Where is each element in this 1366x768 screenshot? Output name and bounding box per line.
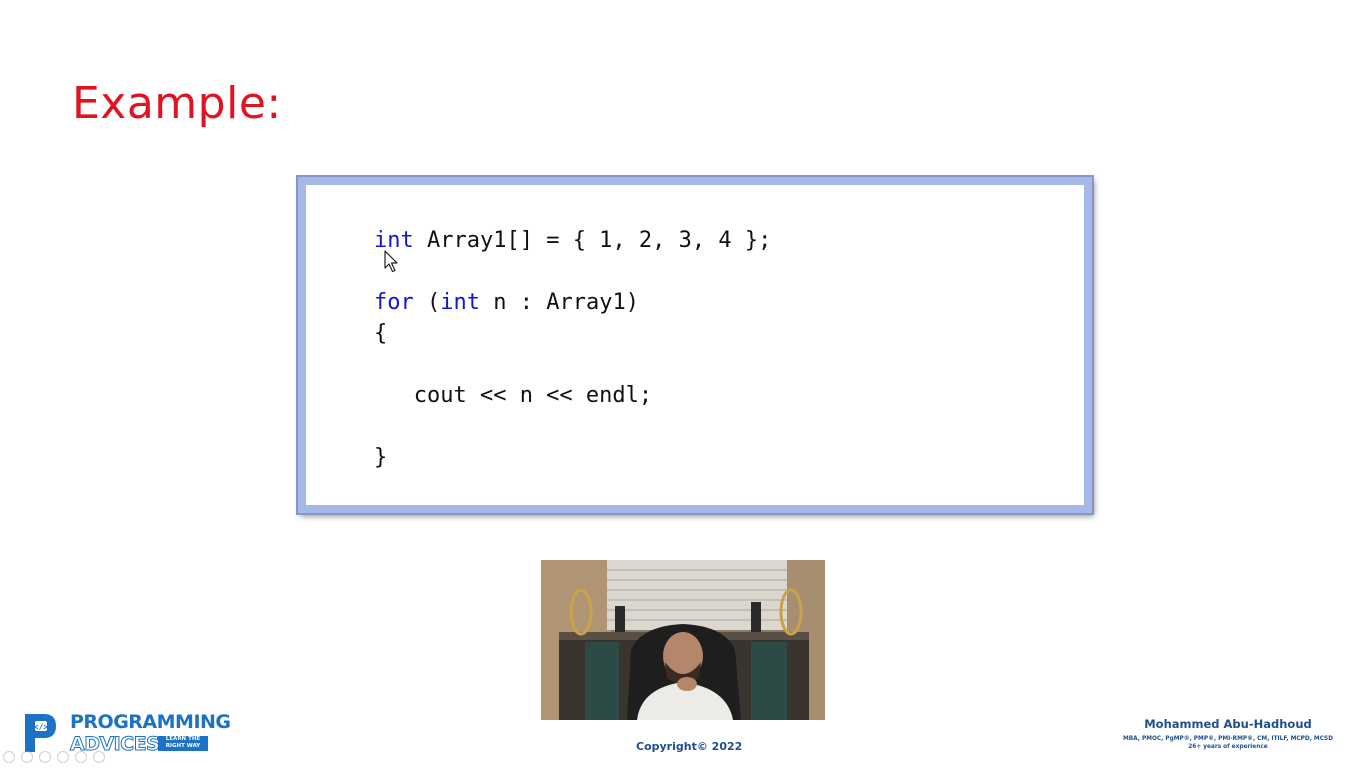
next-slide-icon: [21, 751, 33, 763]
code-keyword: int: [440, 290, 480, 315]
programming-advices-logo: </> PROGRAMMING ADVICES LEARN THE RIGHT …: [22, 711, 232, 756]
code-keyword: for: [374, 290, 414, 315]
prev-slide-icon: [3, 751, 15, 763]
code-box: int Array1[] = { 1, 2, 3, 4 }; for (int n…: [298, 177, 1092, 513]
presenter-video[interactable]: [541, 560, 825, 720]
logo-line1: PROGRAMMING: [70, 711, 231, 733]
more-icon: [93, 751, 105, 763]
slides-icon: [57, 751, 69, 763]
code-text: Array1[] = { 1, 2, 3, 4 };: [413, 228, 772, 253]
code-text: }: [374, 445, 388, 470]
svg-text:</>: </>: [34, 723, 49, 732]
mouse-pointer-icon: [384, 250, 398, 273]
code-line: for (int n : Array1): [374, 287, 771, 318]
zoom-icon: [75, 751, 87, 763]
slide-player-controls[interactable]: [2, 750, 122, 764]
code-line: }: [374, 442, 771, 473]
code-text: {: [374, 321, 388, 346]
programming-advices-logo-icon: </>: [25, 714, 56, 752]
copyright-text: Copyright© 2022: [636, 740, 743, 753]
code-line: cout << n << endl;: [374, 380, 771, 411]
pen-icon: [39, 751, 51, 763]
code-line: {: [374, 318, 771, 349]
code-block: int Array1[] = { 1, 2, 3, 4 }; for (int n…: [374, 225, 771, 473]
slide-title: Example:: [72, 78, 282, 129]
author-info: Mohammed Abu-Hadhoud MBA, PMOC, PgMP®, P…: [1108, 717, 1348, 750]
author-experience: 26+ years of experience: [1188, 744, 1268, 750]
code-text: (: [413, 290, 441, 315]
author-name: Mohammed Abu-Hadhoud: [1144, 717, 1312, 731]
code-text: n : Array1): [480, 290, 639, 315]
author-credentials: MBA, PMOC, PgMP®, PMP®, PMI-RMP®, CM, IT…: [1122, 736, 1334, 742]
code-text: cout << n << endl;: [374, 383, 653, 408]
presenter-webcam-image: [541, 560, 825, 720]
code-line: int Array1[] = { 1, 2, 3, 4 };: [374, 225, 771, 256]
logo-tagline: LEARN THE RIGHT WAY: [158, 736, 208, 751]
